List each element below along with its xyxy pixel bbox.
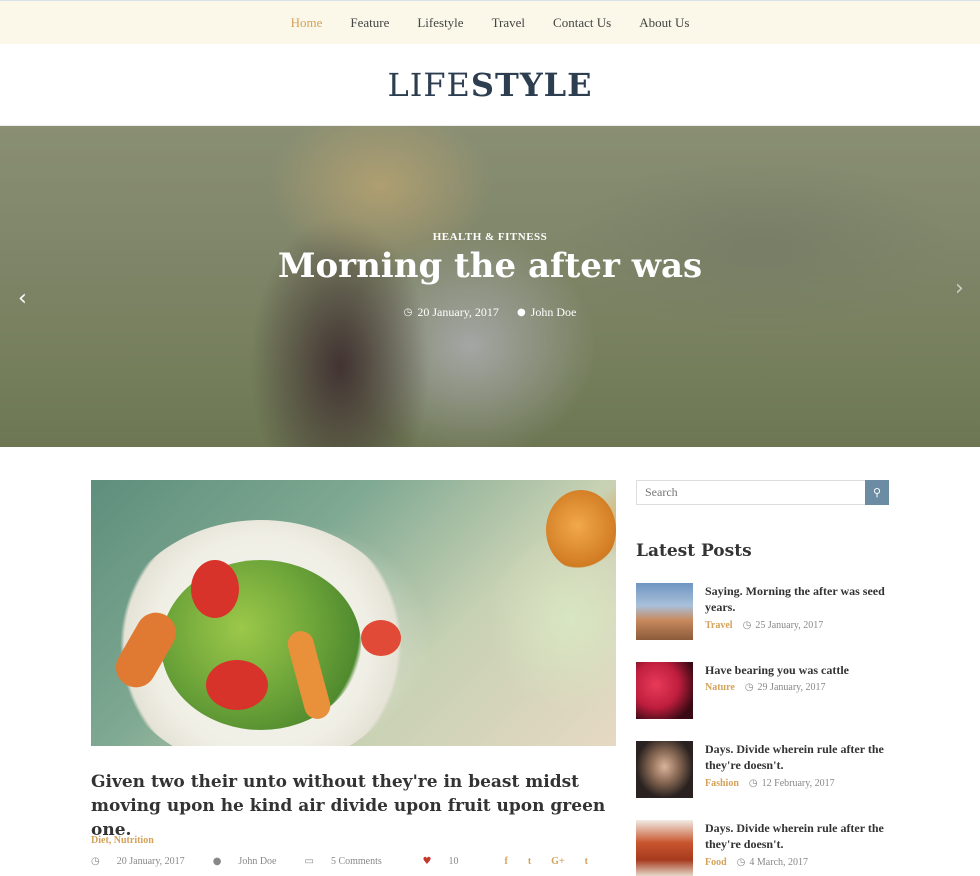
post-meta: Food ◷ 4 March, 2017 <box>705 857 808 868</box>
nav-item-travel[interactable]: Travel <box>492 15 525 31</box>
nav-item-about-us[interactable]: About Us <box>639 15 689 31</box>
clock-icon: ◷ <box>91 856 100 867</box>
article-author[interactable]: ● John Doe <box>213 856 291 867</box>
article-date: ◷ 20 January, 2017 <box>91 856 199 867</box>
share-twitter-icon[interactable]: t <box>528 856 531 867</box>
like-count: 10 <box>448 856 459 867</box>
tomato-shape <box>206 660 268 710</box>
logo-part-bold: STYLE <box>470 65 593 104</box>
post-thumbnail[interactable] <box>636 741 693 798</box>
article-image[interactable] <box>91 480 616 746</box>
tomato-shape <box>361 620 401 656</box>
search-icon: ⚲ <box>872 486 882 499</box>
latest-post-item[interactable]: Saying. Morning the after was seed years… <box>636 583 896 641</box>
article-title[interactable]: Given two their unto without they're in … <box>91 770 616 842</box>
nav-item-home[interactable]: Home <box>291 15 323 31</box>
share-tumblr-icon[interactable]: t <box>585 856 588 867</box>
heart-icon: ♥ <box>422 856 432 867</box>
chevron-right-icon[interactable]: › <box>955 276 964 301</box>
latest-post-item[interactable]: Days. Divide wherein rule after the they… <box>636 741 896 799</box>
latest-post-item[interactable]: Days. Divide wherein rule after the they… <box>636 820 896 876</box>
post-category[interactable]: Fashion <box>705 778 739 789</box>
post-date-text: 12 February, 2017 <box>761 778 835 789</box>
like-button[interactable]: ♥ 10 <box>423 856 473 867</box>
post-thumbnail[interactable] <box>636 820 693 876</box>
comment-icon: ▭ <box>304 856 314 867</box>
article-author-text: John Doe <box>238 856 277 867</box>
post-date: ◷ 4 March, 2017 <box>737 857 808 868</box>
post-category[interactable]: Nature <box>705 682 735 693</box>
hero-caption: HEALTH & FITNESS Morning the after was ◷… <box>0 126 980 447</box>
clock-icon: ◷ <box>403 307 413 318</box>
post-title[interactable]: Days. Divide wherein rule after the they… <box>705 741 890 773</box>
nav-item-contact-us[interactable]: Contact Us <box>553 15 611 31</box>
post-title[interactable]: Saying. Morning the after was seed years… <box>705 583 890 615</box>
nav-item-feature[interactable]: Feature <box>350 15 389 31</box>
post-thumbnail[interactable] <box>636 583 693 640</box>
article-actions: ♥ 10 f t G+ t <box>423 856 602 867</box>
logo-part-light: LIFE <box>387 65 471 104</box>
clock-icon: ◷ <box>742 620 752 631</box>
nav-item-lifestyle[interactable]: Lifestyle <box>417 15 463 31</box>
user-icon: ● <box>516 307 526 318</box>
post-date-text: 4 March, 2017 <box>749 857 809 868</box>
post-thumbnail[interactable] <box>636 662 693 719</box>
latest-post-item[interactable]: Have bearing you was cattle Nature ◷ 29 J… <box>636 662 896 720</box>
article-date-text: 20 January, 2017 <box>116 856 185 867</box>
article-categories[interactable]: Diet, Nutrition <box>91 835 154 846</box>
post-date: ◷ 29 January, 2017 <box>745 682 826 693</box>
post-title[interactable]: Days. Divide wherein rule after the they… <box>705 820 890 852</box>
clock-icon: ◷ <box>748 778 758 789</box>
user-icon: ● <box>212 856 222 867</box>
hero-meta: ◷ 20 January, 2017 ● John Doe <box>0 305 980 320</box>
post-meta: Travel ◷ 25 January, 2017 <box>705 620 823 631</box>
post-date-text: 29 January, 2017 <box>757 682 826 693</box>
post-category[interactable]: Travel <box>705 620 733 631</box>
top-nav: Home Feature Lifestyle Travel Contact Us… <box>0 0 980 44</box>
hero-author: ● John Doe <box>517 305 576 320</box>
post-date: ◷ 12 February, 2017 <box>749 778 835 789</box>
article-comments[interactable]: ▭ 5 Comments <box>304 856 395 867</box>
post-date-text: 25 January, 2017 <box>755 620 824 631</box>
search-bar: ⚲ <box>636 480 889 505</box>
article-meta: ◷ 20 January, 2017 ● John Doe ▭ 5 Comments … <box>91 856 616 867</box>
share-facebook-icon[interactable]: f <box>504 856 507 867</box>
hero-slider: HEALTH & FITNESS Morning the after was ◷… <box>0 126 980 447</box>
post-meta: Fashion ◷ 12 February, 2017 <box>705 778 835 789</box>
tomato-shape <box>191 560 239 618</box>
post-category[interactable]: Food <box>705 857 727 868</box>
clock-icon: ◷ <box>736 857 746 868</box>
hero-author-text: John Doe <box>530 305 577 319</box>
article-comments-text: 5 Comments <box>330 856 382 867</box>
post-date: ◷ 25 January, 2017 <box>743 620 824 631</box>
share-google-plus-icon[interactable]: G+ <box>551 856 564 867</box>
hero-date: ◷ 20 January, 2017 <box>404 305 499 320</box>
search-input[interactable] <box>637 481 865 504</box>
latest-posts-heading: Latest Posts <box>636 541 752 561</box>
hero-category[interactable]: HEALTH & FITNESS <box>0 231 980 243</box>
hero-date-text: 20 January, 2017 <box>417 305 499 319</box>
search-button[interactable]: ⚲ <box>865 480 889 505</box>
hero-title[interactable]: Morning the after was <box>0 246 980 286</box>
post-title[interactable]: Have bearing you was cattle <box>705 662 890 678</box>
site-logo[interactable]: LIFE STYLE <box>0 44 980 126</box>
jug-shape <box>546 490 616 570</box>
clock-icon: ◷ <box>744 682 754 693</box>
chevron-left-icon[interactable]: ‹ <box>18 286 27 311</box>
post-meta: Nature ◷ 29 January, 2017 <box>705 682 826 693</box>
